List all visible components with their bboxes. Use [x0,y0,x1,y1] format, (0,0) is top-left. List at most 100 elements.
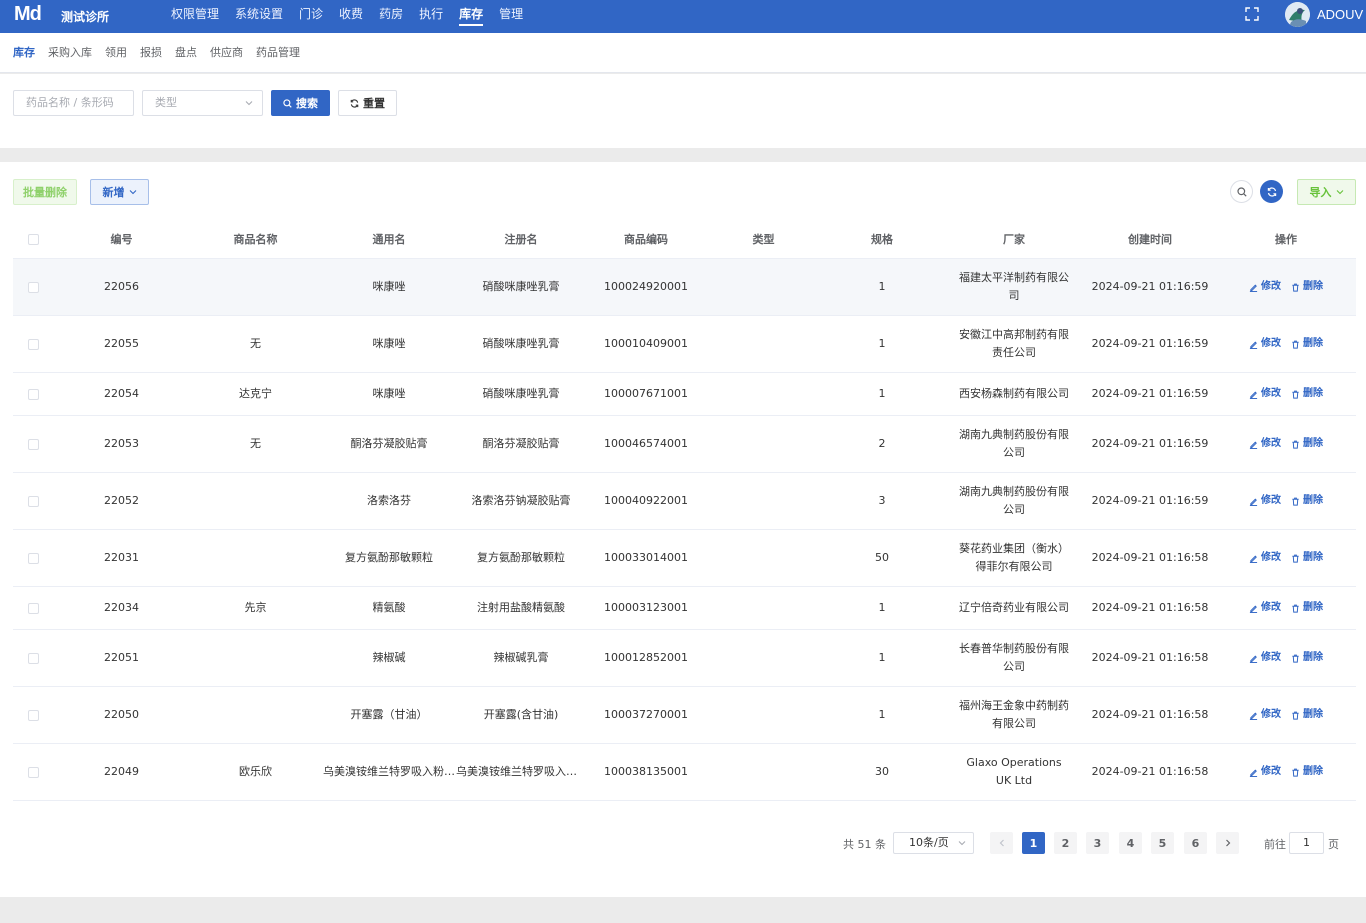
select-all-checkbox-cell[interactable] [13,220,53,259]
table-row[interactable]: 22055 无 咪康唑 硝酸咪康唑乳膏 100010409001 1 安徽江中高邦制药有限责… [13,316,1356,373]
sub-nav-item-inventory[interactable]: 库存 [13,33,35,73]
prev-page-button[interactable] [990,832,1013,854]
cell-spec: 1 [821,316,943,372]
table-row[interactable]: 22054 达克宁 咪康唑 硝酸咪康唑乳膏 100007671001 1 西安杨森制药有限公… [13,373,1356,416]
row-checkbox-cell[interactable] [13,687,53,743]
cell-product-code: 100033014001 [586,530,706,586]
edit-button[interactable]: 修改 [1249,385,1281,403]
goto-page-input[interactable]: 1 [1289,832,1324,854]
avatar[interactable] [1285,2,1310,27]
table-row[interactable]: 22052 洛索洛芬 洛索洛芬钠凝胶贴膏 100040922001 3 湖南九典制药股份有… [13,473,1356,530]
column-header-id: 编号 [110,233,133,246]
table-row[interactable]: 22034 先京 精氨酸 注射用盐酸精氨酸 100003123001 1 辽宁倍奇药业有限公… [13,587,1356,630]
cell-product-code: 100012852001 [586,630,706,686]
row-checkbox[interactable] [27,552,39,564]
row-checkbox[interactable] [27,338,39,350]
page-size-value: 10条/页 [909,836,949,849]
page-size-select[interactable]: 10条/页 [893,832,974,854]
edit-button[interactable]: 修改 [1249,599,1281,617]
refresh-button[interactable] [1260,180,1283,203]
nav-item-outpatient[interactable]: 门诊 [299,0,323,33]
delete-button[interactable]: 删除 [1291,278,1323,296]
table-row[interactable]: 22051 辣椒碱 辣椒碱乳膏 100012852001 1 长春普华制药股份有限公司 20… [13,630,1356,687]
table-row[interactable]: 22053 无 酮洛芬凝胶贴膏 酮洛芬凝胶贴膏 100046574001 2 湖南九典制药股… [13,416,1356,473]
table-row[interactable]: 22056 咪康唑 硝酸咪康唑乳膏 100024920001 1 福建太平洋制药有限公司 2… [13,259,1356,316]
delete-button[interactable]: 删除 [1291,492,1323,510]
next-page-button[interactable] [1216,832,1239,854]
nav-item-billing[interactable]: 收费 [339,0,363,33]
nav-item-management[interactable]: 管理 [499,0,523,33]
page-button[interactable]: 1 [1022,832,1045,854]
edit-button[interactable]: 修改 [1249,649,1281,667]
toggle-search-button[interactable] [1230,180,1253,203]
app-logo[interactable]: Md [14,3,42,26]
select-all-checkbox[interactable] [27,234,39,245]
row-checkbox-cell[interactable] [13,473,53,529]
row-checkbox[interactable] [27,388,39,400]
row-checkbox-cell[interactable] [13,259,53,315]
table-row[interactable]: 22049 欧乐欣 乌美溴铵维兰特罗吸入粉雾剂 乌美溴铵维兰特罗吸入粉雾剂 100038… [13,744,1356,801]
row-checkbox-cell[interactable] [13,587,53,629]
page-button[interactable]: 2 [1054,832,1077,854]
row-checkbox-cell[interactable] [13,530,53,586]
delete-button[interactable]: 删除 [1291,706,1323,724]
add-button[interactable]: 新增 [90,179,149,205]
content-card: 批量删除 新增 导入 编号 商品名称 通用名 注册名 商品编码 类型 规格 厂家 创建时间 操作 … [0,162,1366,897]
sub-nav-item-loss-report[interactable]: 报损 [140,33,162,73]
row-checkbox-cell[interactable] [13,373,53,415]
delete-button[interactable]: 删除 [1291,435,1323,453]
edit-button[interactable]: 修改 [1249,335,1281,353]
row-checkbox-cell[interactable] [13,744,53,800]
nav-item-settings[interactable]: 系统设置 [235,0,283,33]
sub-nav-item-purchase-inbound[interactable]: 采购入库 [48,33,92,73]
cell-product-code: 100037270001 [586,687,706,743]
cell-id: 22055 [59,316,184,372]
type-select[interactable]: 类型 [142,90,263,116]
chevron-left-icon [999,839,1004,847]
row-checkbox[interactable] [27,438,39,450]
row-checkbox[interactable] [27,652,39,664]
row-checkbox[interactable] [27,495,39,507]
fullscreen-icon[interactable] [1244,6,1260,22]
nav-item-permissions[interactable]: 权限管理 [171,0,219,33]
nav-item-execution[interactable]: 执行 [419,0,443,33]
sub-nav-item-supplier[interactable]: 供应商 [210,33,243,73]
delete-button[interactable]: 删除 [1291,599,1323,617]
nav-item-pharmacy[interactable]: 药房 [379,0,403,33]
edit-button[interactable]: 修改 [1249,763,1281,781]
delete-button[interactable]: 删除 [1291,335,1323,353]
row-checkbox-cell[interactable] [13,630,53,686]
sub-nav-item-drug-management[interactable]: 药品管理 [256,33,300,73]
import-button[interactable]: 导入 [1297,179,1356,205]
delete-button[interactable]: 删除 [1291,763,1323,781]
delete-button[interactable]: 删除 [1291,385,1323,403]
delete-button[interactable]: 删除 [1291,549,1323,567]
delete-button[interactable]: 删除 [1291,649,1323,667]
cell-registered-name: 硝酸咪康唑乳膏 [456,316,586,372]
page-button[interactable]: 5 [1151,832,1174,854]
edit-button[interactable]: 修改 [1249,492,1281,510]
search-input[interactable]: 药品名称 / 条形码 [13,90,134,116]
page-button[interactable]: 4 [1119,832,1142,854]
row-checkbox-cell[interactable] [13,416,53,472]
sub-nav-item-requisition[interactable]: 领用 [105,33,127,73]
edit-button[interactable]: 修改 [1249,706,1281,724]
search-button[interactable]: 搜索 [271,90,330,116]
sub-nav-item-stocktake[interactable]: 盘点 [175,33,197,73]
username[interactable]: ADOUV [1317,7,1363,22]
edit-button[interactable]: 修改 [1249,549,1281,567]
row-checkbox-cell[interactable] [13,316,53,372]
edit-button[interactable]: 修改 [1249,435,1281,453]
row-checkbox[interactable] [27,602,39,614]
page-button[interactable]: 6 [1184,832,1207,854]
nav-item-inventory[interactable]: 库存 [459,0,484,33]
row-checkbox[interactable] [27,281,39,293]
table-row[interactable]: 22031 复方氨酚那敏颗粒 复方氨酚那敏颗粒 100033014001 50 葵花药业集… [13,530,1356,587]
row-checkbox[interactable] [27,766,39,778]
table-row[interactable]: 22050 开塞露（甘油） 开塞露(含甘油) 100037270001 1 福州海王金象中… [13,687,1356,744]
edit-button[interactable]: 修改 [1249,278,1281,296]
page-button[interactable]: 3 [1086,832,1109,854]
batch-delete-button[interactable]: 批量删除 [13,179,77,205]
row-checkbox[interactable] [27,709,39,721]
reset-button[interactable]: 重置 [338,90,397,116]
